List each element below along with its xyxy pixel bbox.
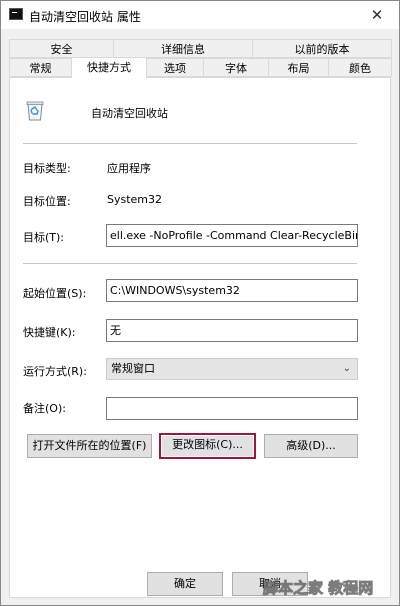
tab-font[interactable]: 字体 [203,58,269,77]
open-file-location-button[interactable]: 打开文件所在的位置(F) [27,434,152,458]
change-icon-button[interactable]: 更改图标(C)... [159,433,256,459]
svg-text:脚本之家 教程网: 脚本之家 教程网 [263,579,373,597]
title-bar: 自动清空回收站 属性 ✕ [1,1,399,29]
tab-options[interactable]: 选项 [146,58,204,77]
target-label: 目标(T): [23,231,65,244]
tab-general[interactable]: 常规 [9,58,72,77]
properties-window: 自动清空回收站 属性 ✕ 安全 详细信息 以前的版本 常规 快捷方式 选项 字体… [0,0,400,606]
comment-field[interactable] [106,397,358,420]
target-location-value: System32 [107,193,163,206]
separator [23,143,357,144]
window-title: 自动清空回收站 属性 [29,10,141,24]
target-type-label: 目标类型: [23,162,71,175]
recycle-bin-icon [25,99,45,121]
chevron-down-icon: ⌄ [342,363,351,374]
run-label: 运行方式(R): [23,365,87,378]
advanced-button[interactable]: 高级(D)... [264,434,358,458]
close-button[interactable]: ✕ [355,1,399,29]
tab-previous-versions[interactable]: 以前的版本 [252,39,392,58]
tab-colors[interactable]: 颜色 [328,58,392,77]
tab-security[interactable]: 安全 [9,39,114,58]
ok-button[interactable]: 确定 [147,572,223,596]
tab-details[interactable]: 详细信息 [113,39,253,58]
shortcut-name: 自动清空回收站 [91,107,168,120]
blank-area [21,553,116,589]
target-location-label: 目标位置: [23,195,71,208]
target-type-value: 应用程序 [107,162,151,175]
start-in-label: 起始位置(S): [23,287,87,300]
watermark-logo: 脚本之家 教程网 [259,572,399,602]
console-icon [9,8,23,20]
hotkey-field[interactable]: 无 [106,319,358,342]
tab-shortcut[interactable]: 快捷方式 [71,57,147,78]
hotkey-label: 快捷键(K): [23,326,76,339]
comment-label: 备注(O): [23,402,66,415]
start-in-field[interactable]: C:\WINDOWS\system32 [106,279,358,302]
separator [23,263,357,264]
run-select[interactable]: 常规窗口 ⌄ [106,358,358,380]
target-field[interactable]: ell.exe -NoProfile -Command Clear-Recycl… [106,224,358,247]
run-select-value: 常规窗口 [111,362,155,375]
tab-layout[interactable]: 布局 [268,58,329,77]
